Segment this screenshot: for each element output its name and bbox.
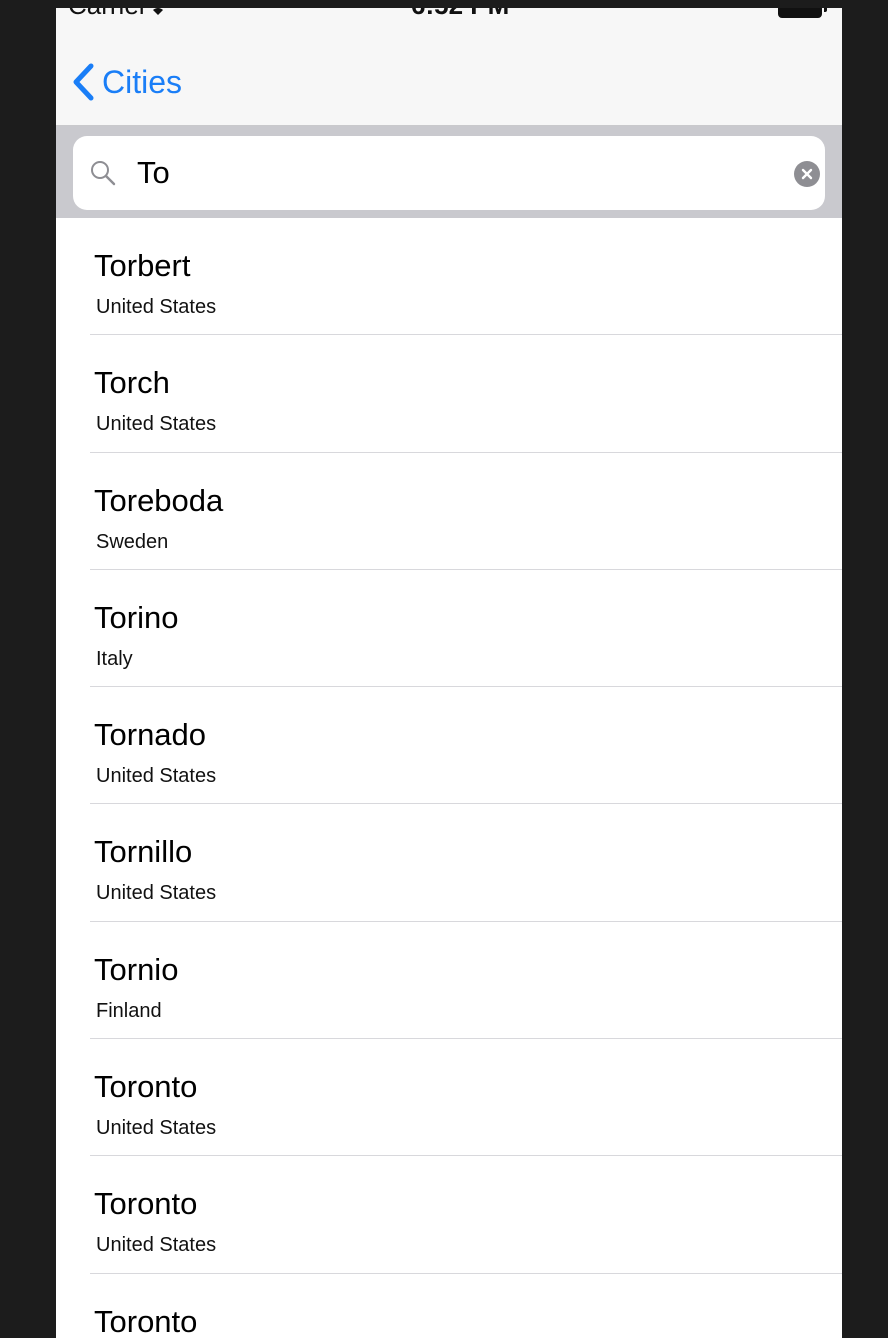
list-item[interactable]: Tornio Finland bbox=[56, 922, 842, 1040]
country-name: United States bbox=[96, 296, 217, 318]
city-name: Tornado bbox=[94, 717, 207, 753]
city-name: Toronto bbox=[94, 1069, 198, 1105]
city-name: Toronto bbox=[94, 1303, 198, 1338]
list-item[interactable]: Toronto bbox=[56, 1274, 842, 1338]
list-item[interactable]: Toronto United States bbox=[56, 1156, 842, 1274]
navigation-bar: Carrier 6:52 PM Cities bbox=[56, 8, 842, 126]
battery-icon bbox=[778, 8, 822, 18]
clear-search-button[interactable] bbox=[794, 161, 820, 187]
search-input[interactable] bbox=[137, 150, 737, 196]
status-bar: Carrier 6:52 PM bbox=[56, 8, 842, 26]
country-name: Italy bbox=[96, 647, 133, 670]
list-item[interactable]: Torbert United States bbox=[56, 218, 842, 336]
battery-tip bbox=[824, 8, 827, 12]
search-bar bbox=[56, 126, 842, 218]
back-button-label: Cities bbox=[102, 63, 183, 100]
carrier-label: Carrier bbox=[68, 8, 147, 21]
country-name: United States bbox=[96, 413, 217, 436]
search-field[interactable] bbox=[73, 136, 825, 210]
chevron-left-icon bbox=[73, 63, 94, 101]
country-name: United States bbox=[96, 1117, 217, 1140]
city-name: Torino bbox=[94, 599, 179, 635]
country-name: Sweden bbox=[96, 530, 169, 553]
list-item[interactable]: Tornado United States bbox=[56, 687, 842, 805]
clock-time: 6:52 PM bbox=[411, 8, 509, 21]
country-name: United States bbox=[96, 1234, 217, 1257]
back-button[interactable]: Cities bbox=[72, 60, 182, 104]
city-name: Tornio bbox=[94, 951, 179, 987]
clear-circle-icon bbox=[801, 168, 813, 180]
country-name: Finland bbox=[96, 999, 162, 1022]
phone-screen: Carrier 6:52 PM Cities bbox=[56, 8, 842, 1338]
wifi-icon bbox=[144, 8, 172, 23]
city-name: Tornillo bbox=[94, 834, 193, 870]
list-item[interactable]: Tornillo United States bbox=[56, 804, 842, 922]
city-name: Toronto bbox=[94, 1186, 198, 1222]
country-name: United States bbox=[96, 882, 217, 905]
list-item[interactable]: Toreboda Sweden bbox=[56, 453, 842, 570]
city-name: Toreboda bbox=[94, 482, 224, 518]
list-item[interactable]: Toronto United States bbox=[56, 1039, 842, 1157]
country-name: United States bbox=[96, 765, 217, 788]
results-list: Torbert United States Torch United State… bbox=[56, 218, 842, 1338]
city-name: Torbert bbox=[94, 248, 191, 283]
list-item[interactable]: Torch United States bbox=[56, 335, 842, 453]
city-name: Torch bbox=[94, 365, 170, 401]
list-item[interactable]: Torino Italy bbox=[56, 570, 842, 688]
magnifier-icon bbox=[91, 161, 116, 186]
